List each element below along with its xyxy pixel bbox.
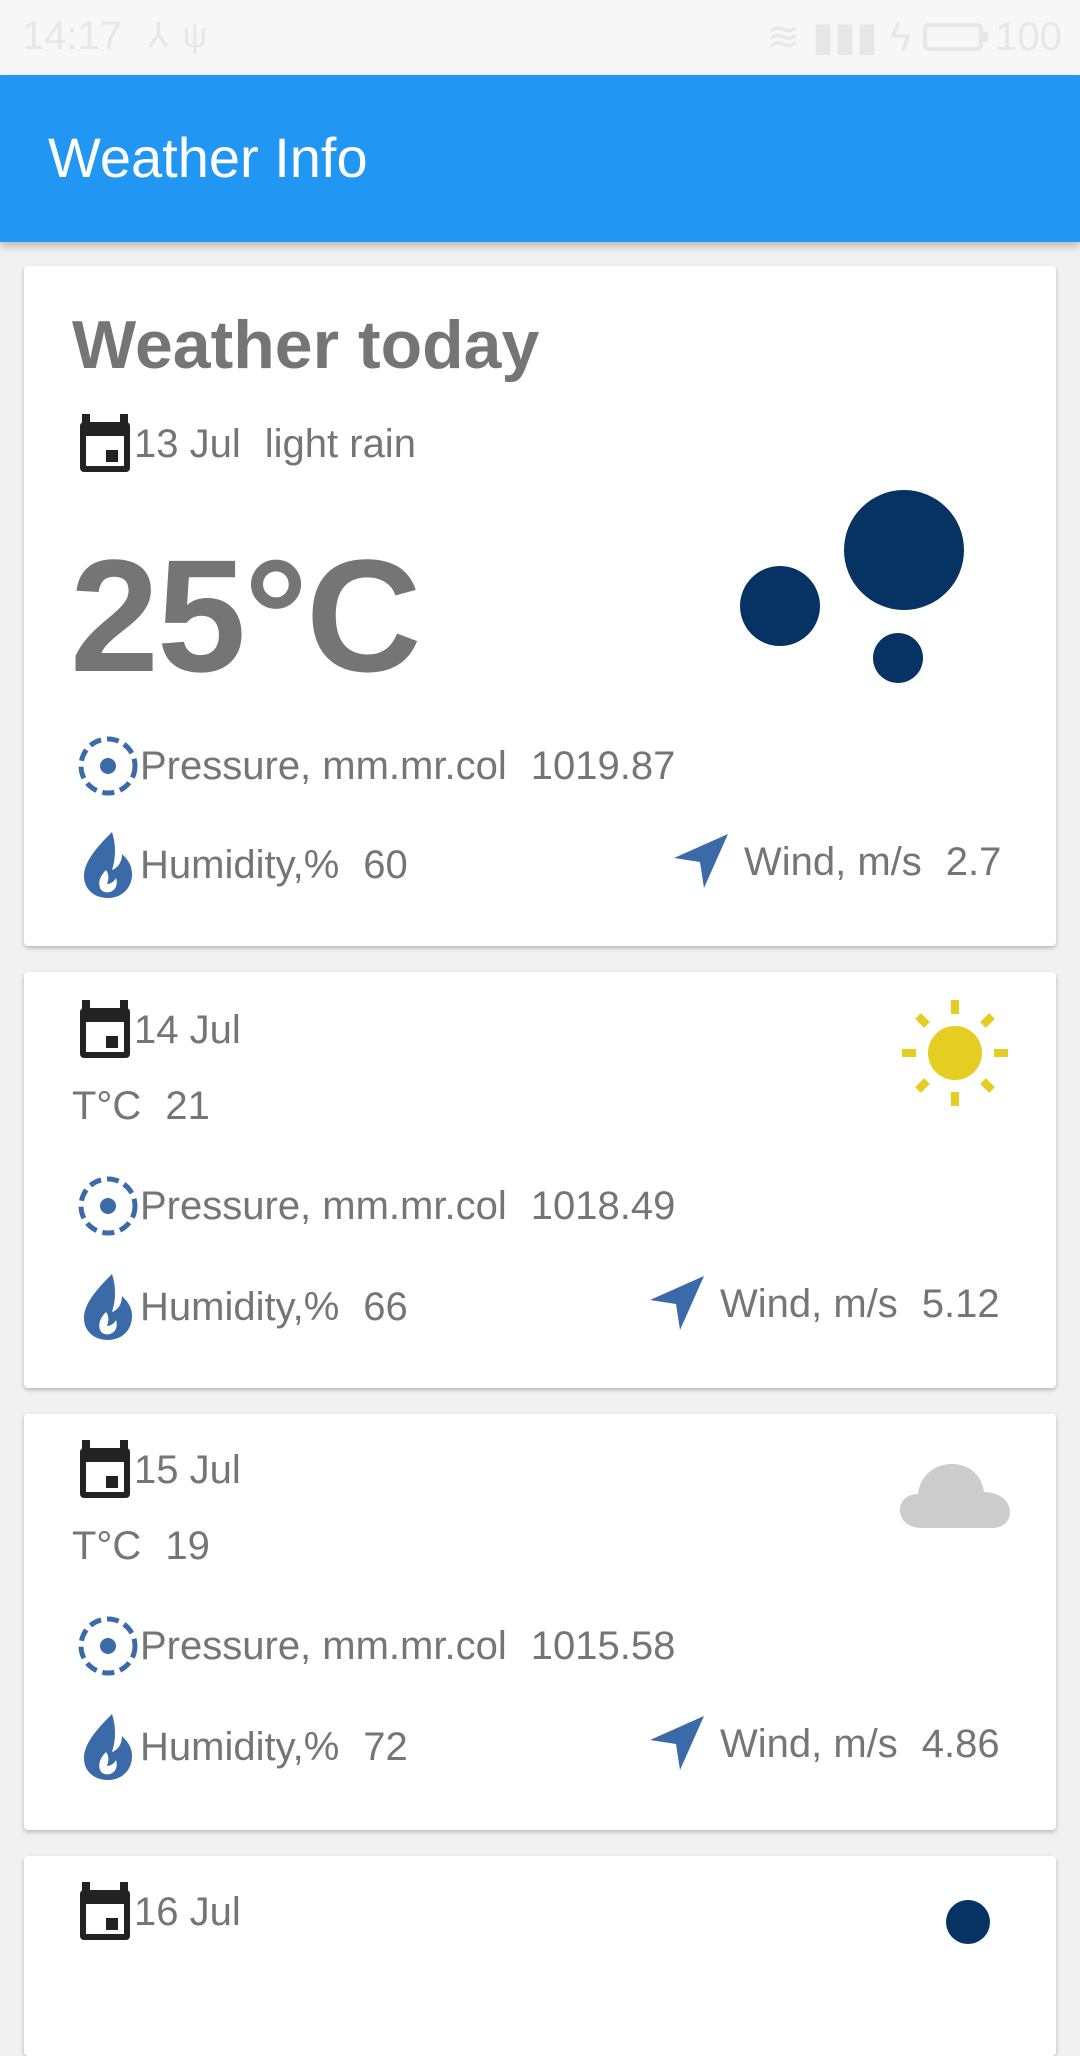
status-bar: 14:17 ⅄ψ ≋ ▮▮▮ ϟ 100: [0, 0, 1080, 75]
forecast-card[interactable]: 15 Jul T°C 19 Pressure, mm.mr.col 1015.5…: [24, 1414, 1056, 1830]
pressure-label: Pressure, mm.mr.col: [140, 743, 507, 788]
today-date-row: 13 Jul light rain: [76, 414, 416, 474]
forecast-pressure-row: Pressure, mm.mr.col 1018.49: [76, 1174, 675, 1238]
app-title: Weather Info: [48, 126, 368, 189]
wind-value: 5.12: [921, 1281, 1000, 1326]
forecast-temp-row: T°C 19: [72, 1524, 210, 1569]
forecast-wind-row: Wind, m/s 5.12: [646, 1272, 1000, 1336]
humidity-value: 60: [363, 842, 408, 887]
wind-direction-icon: [650, 1716, 704, 1770]
forecast-card[interactable]: 16 Jul: [24, 1856, 1056, 2056]
humidity-icon: [84, 832, 132, 898]
temp-value: 21: [165, 1084, 210, 1128]
cloud-icon: [900, 1464, 1010, 1528]
pressure-label: Pressure, mm.mr.col: [140, 1623, 507, 1668]
humidity-label: Humidity,%: [140, 1724, 340, 1769]
forecast-date-row: 15 Jul: [76, 1440, 241, 1500]
forecast-wind-row: Wind, m/s 4.86: [646, 1712, 1000, 1776]
today-description: light rain: [264, 421, 416, 466]
pressure-value: 1015.58: [530, 1623, 676, 1668]
humidity-icon: [84, 1714, 132, 1780]
calendar-icon: [80, 1000, 130, 1058]
forecast-card[interactable]: 14 Jul T°C 21 Pressure, mm.mr.col 1018.4…: [24, 972, 1056, 1388]
forecast-date: 16 Jul: [134, 1889, 241, 1934]
forecast-date-row: 16 Jul: [76, 1882, 241, 1942]
charging-icon: ϟ: [890, 14, 912, 59]
battery-level: 100: [995, 14, 1062, 59]
calendar-icon: [80, 1440, 130, 1498]
forecast-date-row: 14 Jul: [76, 1000, 241, 1060]
calendar-icon: [80, 414, 130, 472]
status-time: 14:17: [22, 14, 123, 58]
today-temperature: 25°C: [70, 526, 421, 705]
wind-value: 4.86: [921, 1721, 1000, 1766]
humidity-icon: [84, 1274, 132, 1340]
wind-label: Wind, m/s: [744, 839, 922, 884]
forecast-temp-row: T°C 21: [72, 1084, 210, 1129]
today-date: 13 Jul: [134, 421, 241, 466]
pressure-icon: [78, 1616, 138, 1676]
wind-label: Wind, m/s: [720, 1281, 898, 1326]
wind-direction-icon: [650, 1276, 704, 1330]
pressure-icon: [78, 736, 138, 796]
forecast-date: 15 Jul: [134, 1447, 241, 1492]
humidity-value: 66: [363, 1284, 408, 1329]
today-pressure-row: Pressure, mm.mr.col 1019.87: [76, 734, 675, 798]
rain-drops-icon: [946, 1900, 990, 1944]
temp-label: T°C: [72, 1524, 142, 1568]
forecast-date: 14 Jul: [134, 1007, 241, 1052]
wind-direction-icon: [674, 834, 728, 888]
pressure-label: Pressure, mm.mr.col: [140, 1183, 507, 1228]
wind-label: Wind, m/s: [720, 1721, 898, 1766]
signal-icon: ▮▮▮: [812, 15, 879, 59]
rain-drops-icon: [740, 490, 964, 683]
sun-icon: [902, 1000, 1008, 1106]
status-right-group: ≋ ▮▮▮ ϟ 100: [767, 14, 1062, 60]
app-bar: Weather Info: [0, 75, 1080, 242]
battery-icon: [923, 23, 989, 51]
status-notification-icons: ⅄ψ: [148, 17, 222, 55]
forecast-humidity-row: Humidity,% 66: [76, 1272, 408, 1342]
temp-value: 19: [165, 1524, 210, 1568]
humidity-label: Humidity,%: [140, 1284, 340, 1329]
pressure-value: 1019.87: [530, 743, 676, 788]
today-weather-card[interactable]: Weather today 13 Jul light rain 25°C Pre…: [24, 266, 1056, 946]
humidity-value: 72: [363, 1724, 408, 1769]
pressure-value: 1018.49: [530, 1183, 676, 1228]
forecast-pressure-row: Pressure, mm.mr.col 1015.58: [76, 1614, 675, 1678]
today-humidity-row: Humidity,% 60: [76, 830, 408, 900]
wind-value: 2.7: [945, 839, 1002, 884]
today-heading: Weather today: [72, 307, 540, 383]
calendar-icon: [80, 1882, 130, 1940]
humidity-label: Humidity,%: [140, 842, 340, 887]
today-wind-row: Wind, m/s 2.7: [670, 830, 1001, 894]
pressure-icon: [78, 1176, 138, 1236]
wifi-icon: ≋: [766, 15, 801, 59]
forecast-humidity-row: Humidity,% 72: [76, 1712, 408, 1782]
temp-label: T°C: [72, 1084, 142, 1128]
